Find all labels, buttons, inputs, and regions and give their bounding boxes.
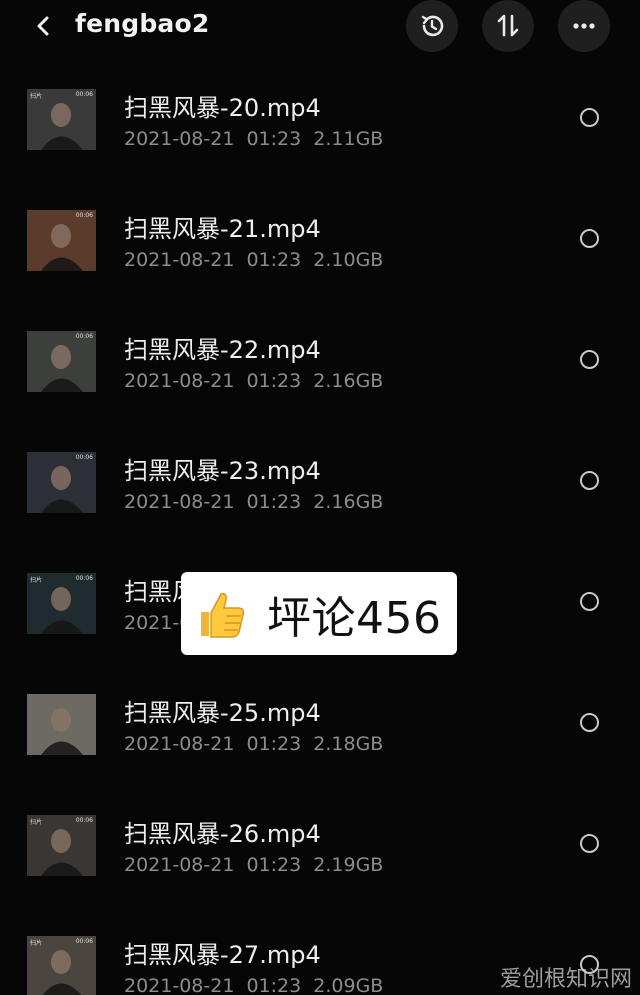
video-thumbnail: 扫片 00:06 <box>27 573 96 634</box>
file-row[interactable]: 扫片 00:06 扫黑风暴-26.mp4 2021-08-21 01:23 2.19G… <box>0 788 640 909</box>
select-radio[interactable] <box>580 834 599 853</box>
thumbnail-duration: 00:06 <box>75 454 93 461</box>
file-row[interactable]: 00:06 扫黑风暴-21.mp4 2021-08-21 01:23 2.10GB <box>0 183 640 304</box>
thumbnail-duration: 00:06 <box>75 817 93 824</box>
video-thumbnail: 00:06 <box>27 452 96 513</box>
file-size: 2.18GB <box>313 733 384 755</box>
thumbnail-duration: 00:06 <box>75 212 93 219</box>
file-row[interactable]: 扫黑风暴-25.mp4 2021-08-21 01:23 2.18GB <box>0 667 640 788</box>
file-row[interactable]: 00:06 扫黑风暴-23.mp4 2021-08-21 01:23 2.16GB <box>0 425 640 546</box>
file-size: 2.16GB <box>313 370 384 392</box>
file-size: 2.10GB <box>313 249 384 271</box>
header: fengbao2 <box>0 0 640 56</box>
more-button[interactable] <box>558 0 610 52</box>
file-date: 2021-08-21 <box>124 249 235 271</box>
more-icon <box>573 23 595 29</box>
thumbnail-tag: 扫片 <box>30 940 43 947</box>
video-thumbnail <box>27 694 96 755</box>
reaction-text: 坪论456 <box>267 592 442 644</box>
file-row[interactable]: 扫片 00:06 扫黑风暴-20.mp4 2021-08-21 01:23 2.11G… <box>0 62 640 183</box>
file-date: 2021-08-21 <box>124 128 235 150</box>
watermark: 爱创根知识网 <box>499 967 632 992</box>
file-meta: 2021-08-21 01:23 2.11GB <box>124 128 383 150</box>
file-meta: 2021-08-21 01:23 2.18GB <box>124 733 383 755</box>
file-time: 01:23 <box>246 854 302 876</box>
file-size: 2.11GB <box>313 128 384 150</box>
file-name: 扫黑风暴-23.mp4 <box>124 457 321 485</box>
page-title: fengbao2 <box>75 9 210 38</box>
thumbnail-duration: 00:06 <box>75 575 93 582</box>
file-time: 01:23 <box>246 370 302 392</box>
file-row[interactable]: 00:06 扫黑风暴-22.mp4 2021-08-21 01:23 2.16GB <box>0 304 640 425</box>
select-radio[interactable] <box>580 108 599 127</box>
file-name: 扫黑风暴-20.mp4 <box>124 94 321 122</box>
file-name: 扫黑风暴-25.mp4 <box>124 699 321 727</box>
select-radio[interactable] <box>580 350 599 369</box>
file-time: 01:23 <box>246 733 302 755</box>
thumbnail-duration: 00:06 <box>75 333 93 340</box>
file-name: 扫黑风暴-26.mp4 <box>124 820 321 848</box>
thumbnail-image <box>27 210 96 271</box>
file-meta: 2021-08-21 01:23 2.10GB <box>124 249 383 271</box>
thumbnail-image <box>27 694 96 755</box>
file-meta: 2021-08-21 01:23 2.09GB <box>124 975 383 995</box>
file-size: 2.09GB <box>313 975 384 995</box>
select-radio[interactable] <box>580 713 599 732</box>
file-meta: 2021-08-21 01:23 2.16GB <box>124 370 383 392</box>
history-button[interactable] <box>406 0 458 52</box>
thumbs-up-icon <box>201 592 245 638</box>
thumbnail-image <box>27 331 96 392</box>
select-radio[interactable] <box>580 229 599 248</box>
file-time: 01:23 <box>246 249 302 271</box>
video-thumbnail: 00:06 <box>27 210 96 271</box>
file-meta: 2021-08-21 01:23 2.16GB <box>124 491 383 513</box>
sort-icon <box>497 14 519 37</box>
file-date: 2021-08-21 <box>124 370 235 392</box>
thumbnail-tag: 扫片 <box>30 819 43 826</box>
file-name: 扫黑风暴-27.mp4 <box>124 941 321 969</box>
file-date: 2021-08-21 <box>124 733 235 755</box>
video-thumbnail: 00:06 <box>27 331 96 392</box>
select-radio[interactable] <box>580 592 599 611</box>
history-icon <box>421 15 444 37</box>
thumbnail-duration: 00:06 <box>75 938 93 945</box>
thumbnail-tag: 扫片 <box>30 577 43 584</box>
sort-button[interactable] <box>482 0 534 52</box>
file-time: 01:23 <box>246 128 302 150</box>
file-date: 2021-08-21 <box>124 854 235 876</box>
file-date: 2021-08-21 <box>124 975 235 995</box>
file-size: 2.16GB <box>313 491 384 513</box>
thumbnail-tag: 扫片 <box>30 93 43 100</box>
file-size: 2.19GB <box>313 854 384 876</box>
video-thumbnail: 扫片 00:06 <box>27 936 96 995</box>
chevron-left-icon <box>37 16 49 36</box>
file-meta: 2021-08-21 01:23 2.19GB <box>124 854 383 876</box>
video-thumbnail: 扫片 00:06 <box>27 815 96 876</box>
select-radio[interactable] <box>580 471 599 490</box>
file-browser-screen: fengbao2 扫片 00:06 扫黑风暴-20.mp4 2021-08-21 01… <box>0 0 640 995</box>
file-list: 扫片 00:06 扫黑风暴-20.mp4 2021-08-21 01:23 2.11G… <box>0 62 640 995</box>
file-date: 2021-08-21 <box>124 491 235 513</box>
back-button[interactable] <box>24 6 64 46</box>
reaction-badge: 坪论456 <box>181 572 457 655</box>
file-name: 扫黑风暴-22.mp4 <box>124 336 321 364</box>
file-name: 扫黑风暴-21.mp4 <box>124 215 321 243</box>
file-time: 01:23 <box>246 975 302 995</box>
file-time: 01:23 <box>246 491 302 513</box>
thumbnail-image <box>27 452 96 513</box>
thumbnail-duration: 00:06 <box>75 91 93 98</box>
video-thumbnail: 扫片 00:06 <box>27 89 96 150</box>
